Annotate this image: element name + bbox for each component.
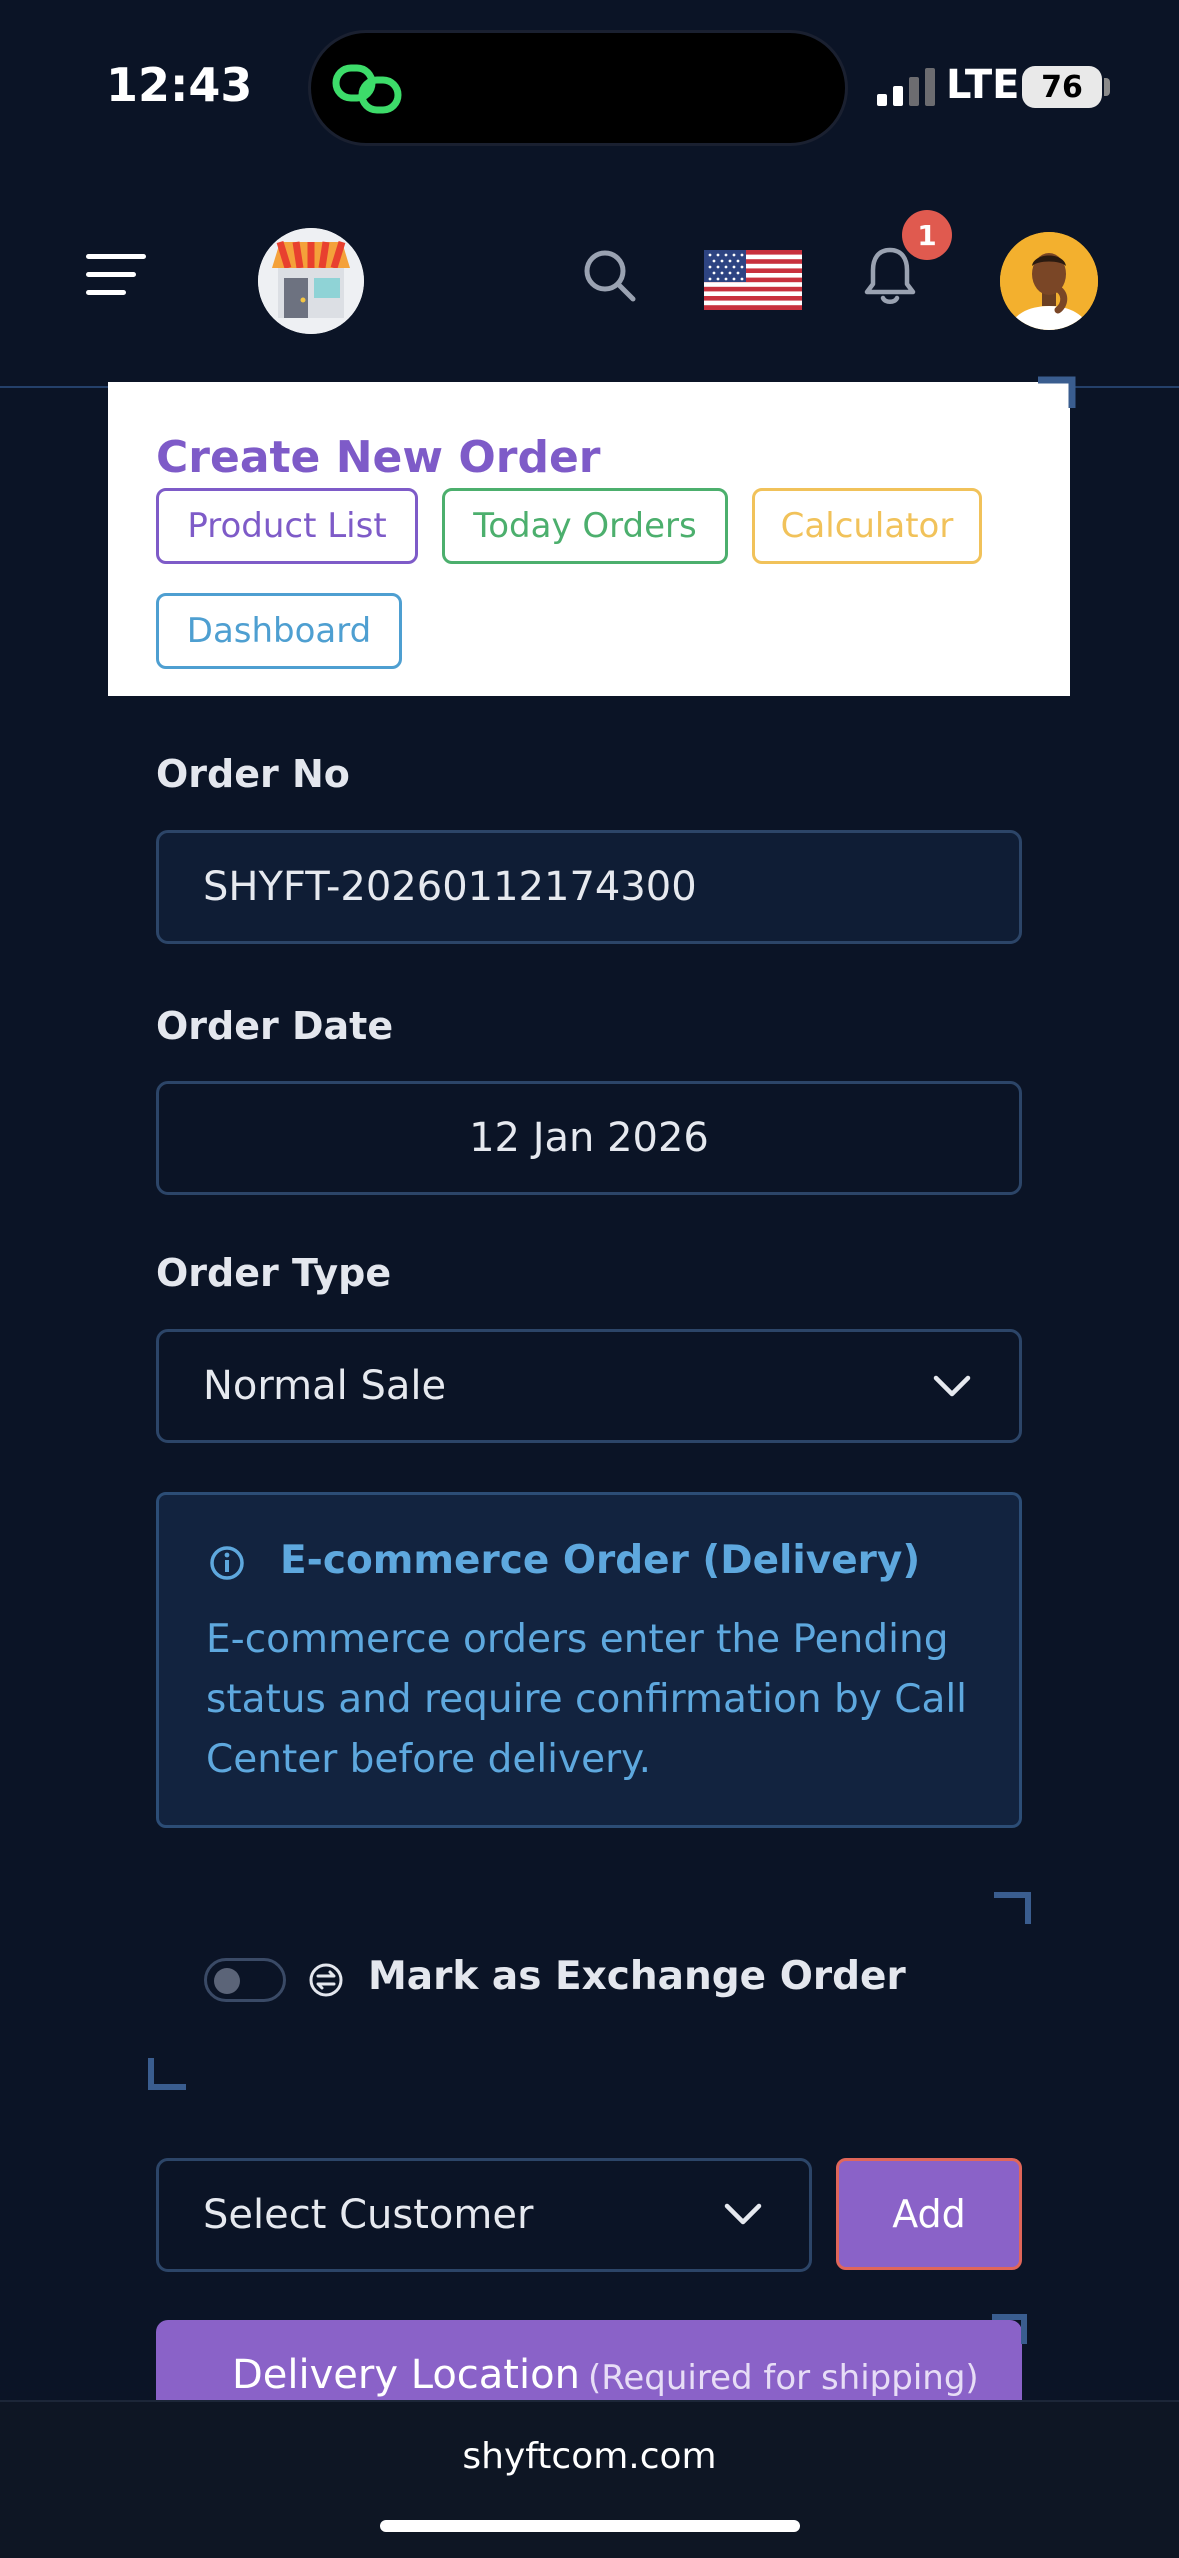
corner-accent-icon	[992, 2314, 1027, 2344]
link-icon	[332, 64, 402, 114]
battery-nub	[1104, 78, 1110, 96]
home-indicator[interactable]	[380, 2520, 800, 2532]
delivery-location-title: Delivery Location	[232, 2352, 580, 2398]
toggle-knob	[214, 1968, 240, 1994]
us-flag-icon[interactable]	[704, 250, 802, 310]
battery-indicator: 76	[1022, 66, 1102, 108]
order-no-field[interactable]: SHYFT-20260112174300	[156, 830, 1022, 944]
info-text: E-commerce orders enter the Pending stat…	[206, 1617, 968, 1782]
add-customer-button[interactable]: Add	[836, 2158, 1022, 2270]
page-title: Create New Order	[156, 432, 601, 483]
order-type-label: Order Type	[156, 1251, 392, 1295]
chevron-down-icon	[724, 2203, 762, 2225]
notification-badge: 1	[902, 210, 952, 260]
dashboard-button[interactable]: Dashboard	[156, 593, 402, 669]
corner-accent-icon	[1038, 376, 1076, 408]
network-type: LTE	[946, 62, 1020, 108]
browser-bar	[0, 2400, 1179, 2558]
store-logo-icon[interactable]	[258, 228, 364, 334]
order-date-field[interactable]: 12 Jan 2026	[156, 1081, 1022, 1195]
exchange-icon	[309, 1963, 343, 1997]
corner-accent-icon	[148, 2058, 186, 2090]
order-no-label: Order No	[156, 752, 350, 796]
delivery-location-subtitle: (Required for shipping)	[588, 2358, 979, 2398]
signal-icon	[877, 68, 935, 106]
info-icon	[210, 1546, 244, 1580]
chevron-down-icon	[933, 1375, 971, 1397]
search-icon[interactable]	[582, 248, 638, 304]
today-orders-button[interactable]: Today Orders	[442, 488, 728, 564]
hamburger-menu-icon[interactable]	[86, 250, 150, 300]
order-type-value: Normal Sale	[203, 1363, 447, 1409]
order-date-label: Order Date	[156, 1004, 394, 1048]
status-time: 12:43	[106, 58, 253, 112]
url-label[interactable]: shyftcom.com	[0, 2436, 1179, 2477]
calculator-button[interactable]: Calculator	[752, 488, 982, 564]
order-type-select[interactable]: Normal Sale	[156, 1329, 1022, 1443]
select-customer-placeholder: Select Customer	[203, 2192, 534, 2238]
select-customer-dropdown[interactable]: Select Customer	[156, 2158, 812, 2272]
user-avatar[interactable]	[1000, 232, 1098, 330]
product-list-button[interactable]: Product List	[156, 488, 418, 564]
info-title: E-commerce Order (Delivery)	[280, 1538, 921, 1583]
corner-accent-icon	[994, 1892, 1031, 1924]
exchange-order-label: Mark as Exchange Order	[368, 1954, 906, 1999]
